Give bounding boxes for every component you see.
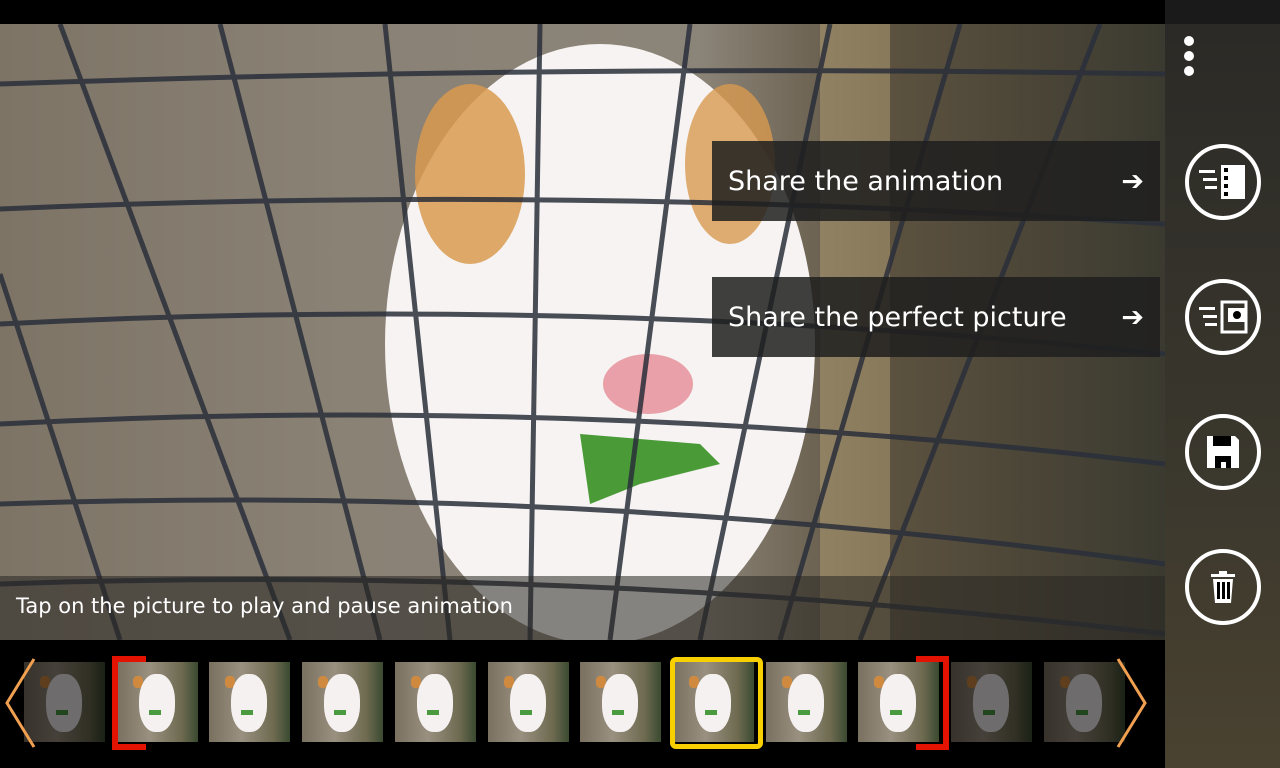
frame-thumbnail[interactable]	[580, 662, 662, 742]
arrow-right-icon: ➔	[1121, 301, 1144, 333]
app-bar	[1165, 0, 1280, 768]
share-animation-menu-item[interactable]: Share the animation ➔	[712, 141, 1160, 221]
frame-thumbnail[interactable]	[1043, 662, 1125, 742]
share-animation-button[interactable]	[1185, 144, 1261, 220]
dot-icon	[1184, 66, 1194, 76]
chevron-right-icon[interactable]	[1114, 656, 1150, 750]
range-end-handle[interactable]	[916, 656, 949, 750]
frame-thumbnail[interactable]	[672, 662, 754, 742]
share-picture-icon	[1199, 300, 1248, 334]
hint-text: Tap on the picture to play and pause ani…	[16, 594, 513, 618]
frame-thumbnail[interactable]	[394, 662, 476, 742]
share-picture-label: Share the perfect picture	[728, 301, 1067, 333]
hint-banner: Tap on the picture to play and pause ani…	[0, 576, 1165, 640]
chevron-left-icon[interactable]	[2, 656, 38, 750]
frame-thumbnail[interactable]	[951, 662, 1032, 742]
range-start-handle[interactable]	[112, 656, 146, 750]
save-icon	[1207, 436, 1239, 468]
dot-icon	[1184, 51, 1194, 61]
delete-button[interactable]	[1185, 549, 1261, 625]
frame-thumbnail[interactable]	[209, 662, 291, 742]
share-picture-button[interactable]	[1185, 279, 1261, 355]
save-button[interactable]	[1185, 414, 1261, 490]
share-animation-icon	[1199, 165, 1245, 199]
delete-icon	[1211, 571, 1235, 603]
status-bar	[0, 0, 1165, 24]
frame-thumbnail[interactable]	[765, 662, 847, 742]
dot-icon	[1184, 36, 1194, 46]
frame-thumbnail[interactable]	[487, 662, 569, 742]
frame-thumbnail[interactable]	[302, 662, 384, 742]
share-animation-label: Share the animation	[728, 165, 1004, 197]
more-options-button[interactable]	[1180, 36, 1198, 82]
share-picture-menu-item[interactable]: Share the perfect picture ➔	[712, 277, 1160, 357]
arrow-right-icon: ➔	[1121, 165, 1144, 197]
